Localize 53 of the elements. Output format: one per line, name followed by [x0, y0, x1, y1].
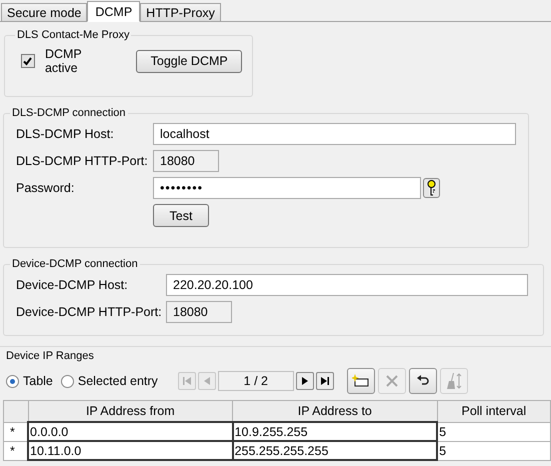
field-label: Device-DCMP Host: — [16, 278, 129, 292]
panel-title: Device-DCMP connection — [11, 258, 139, 270]
radio-option[interactable]: Table — [6, 374, 53, 388]
page-indicator: 1 / 2 — [218, 371, 294, 391]
key-icon — [427, 180, 436, 196]
last-page-button[interactable] — [316, 372, 334, 390]
field-label: DLS-DCMP Host: — [16, 127, 115, 141]
input-field[interactable]: localhost — [153, 123, 516, 145]
table-cell: 10.9.255.255 — [232, 422, 438, 441]
field-label: DLS-DCMP HTTP-Port: — [16, 154, 149, 168]
radio-button[interactable] — [60, 374, 74, 388]
toolbar-button[interactable] — [346, 368, 375, 394]
section-title: Device IP Ranges — [6, 350, 95, 362]
column-header: IP Address from — [28, 400, 233, 422]
table-cell: 5 — [437, 441, 550, 460]
field-label: Device-DCMP HTTP-Port: — [16, 305, 163, 319]
checkbox[interactable] — [21, 54, 35, 68]
input-field[interactable]: 18080 — [166, 301, 232, 323]
delete-icon — [384, 374, 399, 388]
panel-title: DLS-DCMP connection — [11, 107, 127, 119]
broom-icon — [446, 372, 462, 390]
table-header — [4, 400, 28, 422]
table-cell: 0.0.0.0 — [28, 422, 233, 441]
tab[interactable]: DCMP — [87, 1, 140, 22]
input-field[interactable]: 220.20.20.100 — [166, 274, 528, 296]
radio-button[interactable] — [6, 374, 19, 388]
tab[interactable]: Secure mode — [1, 3, 88, 21]
right-icon — [300, 376, 310, 386]
input-field[interactable]: 18080 — [153, 150, 219, 172]
skip-right-icon — [320, 376, 330, 386]
toolbar-button[interactable] — [408, 368, 437, 394]
column-header: Poll interval — [437, 400, 550, 422]
password-field[interactable]: •••••••• — [153, 177, 421, 199]
column-header: IP Address to — [232, 400, 438, 422]
new-row-icon — [352, 374, 370, 388]
table-cell: 5 — [437, 422, 550, 441]
field-label: Password: — [16, 181, 76, 195]
table-cell: 255.255.255.255 — [232, 441, 438, 460]
checkbox-label: DCMP active — [44, 47, 83, 75]
panel-title: DLS Contact-Me Proxy — [16, 29, 130, 41]
table-cell: 10.11.0.0 — [28, 441, 233, 460]
test-button[interactable]: Test — [153, 204, 209, 227]
row-marker: * — [4, 422, 28, 441]
toggle-button[interactable]: Toggle DCMP — [136, 50, 242, 72]
skip-left-icon — [182, 376, 192, 386]
next-page-button[interactable] — [296, 372, 314, 390]
radio-option[interactable]: Selected entry — [60, 374, 158, 388]
row-marker: * — [4, 441, 28, 460]
check-icon — [23, 56, 32, 66]
tab[interactable]: HTTP-Proxy — [140, 3, 221, 21]
undo-icon — [416, 375, 430, 387]
key-button[interactable] — [423, 178, 440, 198]
left-icon — [202, 376, 212, 386]
